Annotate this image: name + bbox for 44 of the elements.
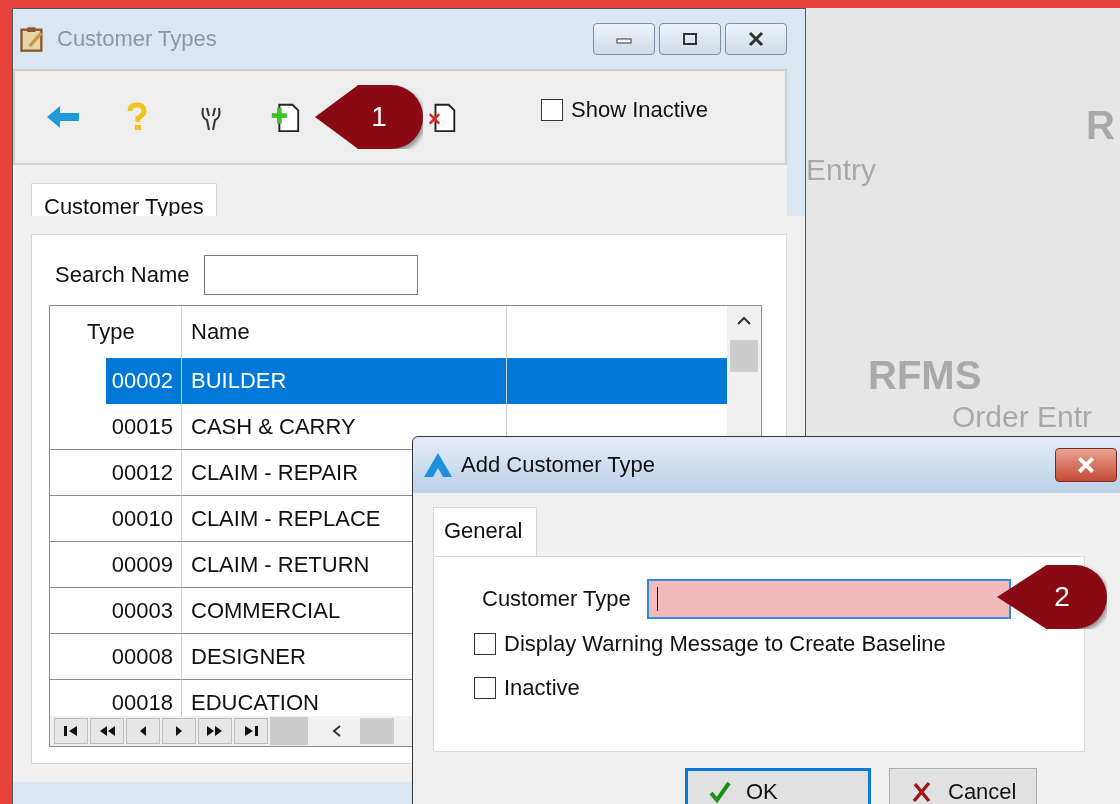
- table-row[interactable]: 00002 BUILDER: [50, 358, 727, 404]
- checkbox[interactable]: [474, 633, 496, 655]
- close-button[interactable]: [725, 23, 787, 55]
- table-cell: 00012: [50, 450, 182, 496]
- checkbox[interactable]: [474, 677, 496, 699]
- close-icon: [746, 32, 766, 46]
- checkbox[interactable]: [541, 99, 563, 121]
- next-page-button[interactable]: [198, 718, 232, 744]
- customer-type-field[interactable]: [646, 579, 1011, 619]
- close-button[interactable]: [1055, 448, 1117, 482]
- window-title: Customer Types: [57, 26, 218, 52]
- search-label: Search Name: [55, 262, 190, 288]
- first-record-button[interactable]: [54, 718, 88, 744]
- callout-marker: 1: [315, 85, 423, 149]
- scroll-thumb[interactable]: [730, 340, 758, 372]
- previous-page-button[interactable]: [90, 718, 124, 744]
- maximize-button[interactable]: [659, 23, 721, 55]
- callout-marker: 2: [997, 565, 1107, 629]
- maximize-icon: [680, 32, 700, 46]
- logo-text: R: [1086, 103, 1115, 148]
- logo-text: RFMS: [868, 353, 982, 398]
- checkbox-label: Display Warning Message to Create Baseline: [504, 631, 946, 657]
- last-record-button[interactable]: [234, 718, 268, 744]
- next-record-button[interactable]: [162, 718, 196, 744]
- previous-record-button[interactable]: [126, 718, 160, 744]
- checkbox-label: Inactive: [504, 675, 580, 701]
- triangle-logo-icon: [423, 451, 453, 479]
- scroll-thumb[interactable]: [360, 718, 394, 744]
- table-cell: 00010: [50, 496, 182, 542]
- checkmark-icon: [708, 780, 732, 804]
- table-cell: 00015: [50, 404, 182, 450]
- table-cell: BUILDER: [182, 358, 507, 404]
- checkbox-label: Show Inactive: [571, 97, 708, 123]
- cancel-button[interactable]: Cancel: [889, 768, 1038, 804]
- close-icon: [1075, 457, 1097, 473]
- table-cell: 00009: [50, 542, 182, 588]
- table-cell: 00003: [50, 588, 182, 634]
- logo-text: Order Entr: [952, 400, 1093, 434]
- table-cell: 00002: [106, 358, 182, 404]
- logo-text: Entry: [806, 153, 877, 187]
- table-cell: 00008: [50, 634, 182, 680]
- search-field[interactable]: [203, 255, 418, 295]
- ok-button[interactable]: OK: [685, 768, 871, 804]
- tab[interactable]: General: [433, 507, 538, 556]
